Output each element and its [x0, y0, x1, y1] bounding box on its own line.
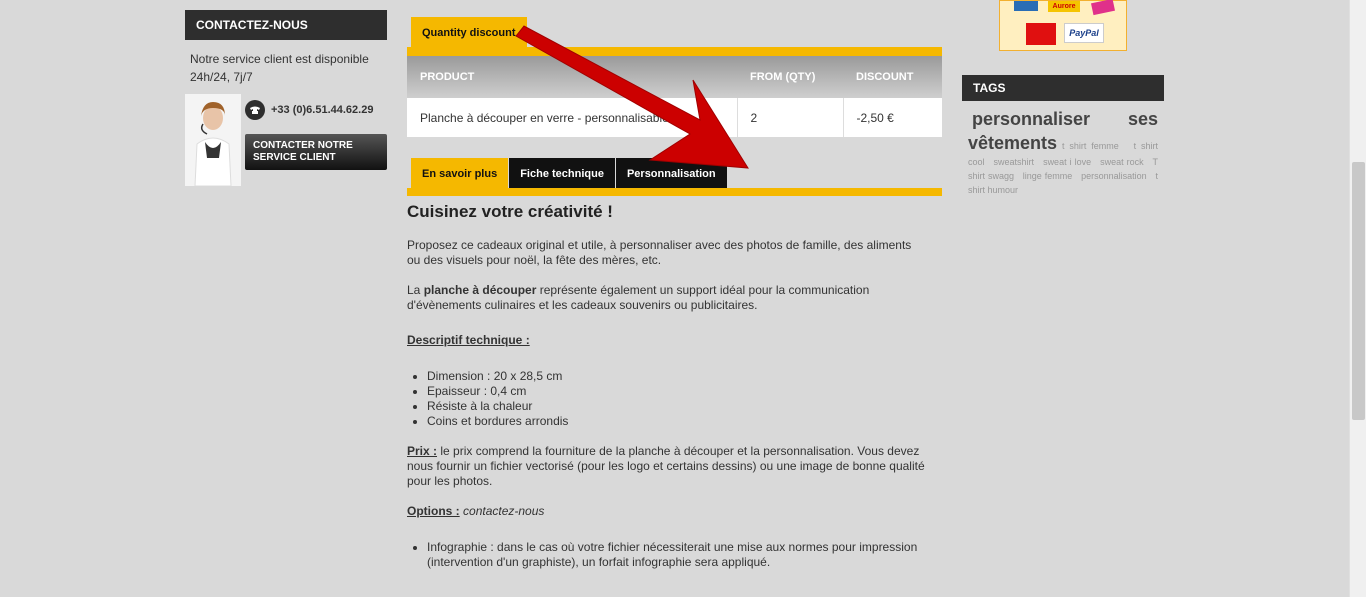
price-text: le prix comprend la fourniture de la pla…: [407, 444, 925, 488]
tag-link[interactable]: sweat rock: [1100, 157, 1144, 167]
table-row: Planche à découper en verre - personnali…: [407, 98, 942, 137]
contact-block: CONTACTEZ-NOUS Notre service client est …: [185, 10, 387, 189]
options-label: Options :: [407, 504, 460, 518]
quantity-discount-tab[interactable]: Quantity discount: [411, 17, 527, 48]
list-item: Coins et bordures arrondis: [411, 414, 927, 429]
description-heading: Cuisinez votre créativité !: [407, 202, 613, 221]
tech-title-wrap: Descriptif technique :: [407, 333, 927, 348]
options-text: contactez-nous: [463, 504, 545, 518]
col-product: PRODUCT: [407, 56, 737, 98]
4etoiles-logo-icon: [1026, 23, 1056, 45]
list-item: Infographie : dans le cas où votre fichi…: [411, 540, 927, 570]
price-para: Prix : le prix comprend la fourniture de…: [407, 444, 927, 489]
tab-bar: [407, 188, 942, 196]
contact-title: CONTACTEZ-NOUS: [185, 10, 387, 40]
cell-product: Planche à découper en verre - personnali…: [407, 98, 738, 137]
price-label: Prix :: [407, 444, 438, 458]
contact-text: Notre service client est disponible 24h/…: [190, 52, 369, 84]
tag-cloud: personnaliser ses vêtements t shirt femm…: [962, 101, 1164, 197]
cell-discount: -2,50 €: [843, 98, 942, 137]
phone-icon: [245, 100, 265, 120]
description-para-2: La planche à découper représente égaleme…: [407, 283, 927, 313]
page-scrollbar[interactable]: [1349, 0, 1366, 597]
options-para: Options : contactez-nous: [407, 504, 927, 519]
para2-prefix: La: [407, 283, 424, 297]
tag-link[interactable]: sweatshirt: [994, 157, 1035, 167]
list-item: Résiste à la chaleur: [411, 399, 927, 414]
product-tabs: En savoir plus Fiche technique Personnal…: [411, 158, 728, 188]
cofinoga-logo-icon: [1090, 0, 1116, 16]
col-from-qty: FROM (QTY): [737, 56, 843, 98]
tab-personnalisation[interactable]: Personnalisation: [615, 158, 727, 188]
col-discount: DISCOUNT: [843, 56, 942, 98]
contact-row: +33 (0)6.51.44.62.29 CONTACTER NOTRE SER…: [185, 94, 387, 189]
tag-link[interactable]: ses: [1128, 107, 1158, 131]
support-agent-photo: [185, 94, 241, 186]
list-item: Epaisseur : 0,4 cm: [411, 384, 927, 399]
list-item: Dimension : 20 x 28,5 cm: [411, 369, 927, 384]
cell-qty: 2: [737, 98, 844, 137]
tag-link[interactable]: sweat i love: [1043, 157, 1091, 167]
scroll-thumb[interactable]: [1352, 162, 1365, 420]
payment-logos: Aurore PayPal: [999, 0, 1127, 51]
tag-link[interactable]: t shirt femme: [1062, 141, 1119, 151]
tag-link[interactable]: linge femme: [1023, 171, 1072, 181]
product-description: Cuisinez votre créativité ! Proposez ce …: [407, 202, 927, 585]
contact-service-button[interactable]: CONTACTER NOTRE SERVICE CLIENT: [245, 134, 387, 170]
options-list: Infographie : dans le cas où votre fichi…: [411, 540, 927, 570]
tag-link[interactable]: personnalisation: [1081, 171, 1147, 181]
tab-en-savoir-plus[interactable]: En savoir plus: [411, 158, 509, 188]
card-logo-icon: [1014, 1, 1038, 11]
tag-link[interactable]: vêtements: [968, 133, 1057, 153]
quantity-discount-bar: [407, 47, 942, 56]
tag-link[interactable]: personnaliser: [972, 107, 1090, 131]
aurore-logo: Aurore: [1048, 1, 1080, 12]
paypal-logo: PayPal: [1064, 23, 1104, 43]
phone-number: +33 (0)6.51.44.62.29: [271, 104, 374, 116]
quantity-discount-table: PRODUCT FROM (QTY) DISCOUNT Planche à dé…: [407, 56, 942, 137]
tags-title: TAGS: [962, 75, 1164, 101]
tags-block: TAGS personnaliser ses vêtements t shirt…: [962, 75, 1164, 197]
tech-title: Descriptif technique :: [407, 333, 530, 347]
spec-list: Dimension : 20 x 28,5 cm Epaisseur : 0,4…: [411, 369, 927, 429]
description-para-1: Proposez ce cadeaux original et utile, à…: [407, 238, 912, 267]
para2-bold: planche à découper: [423, 283, 537, 297]
phone-line: +33 (0)6.51.44.62.29: [245, 100, 373, 120]
tab-fiche-technique[interactable]: Fiche technique: [509, 158, 615, 188]
